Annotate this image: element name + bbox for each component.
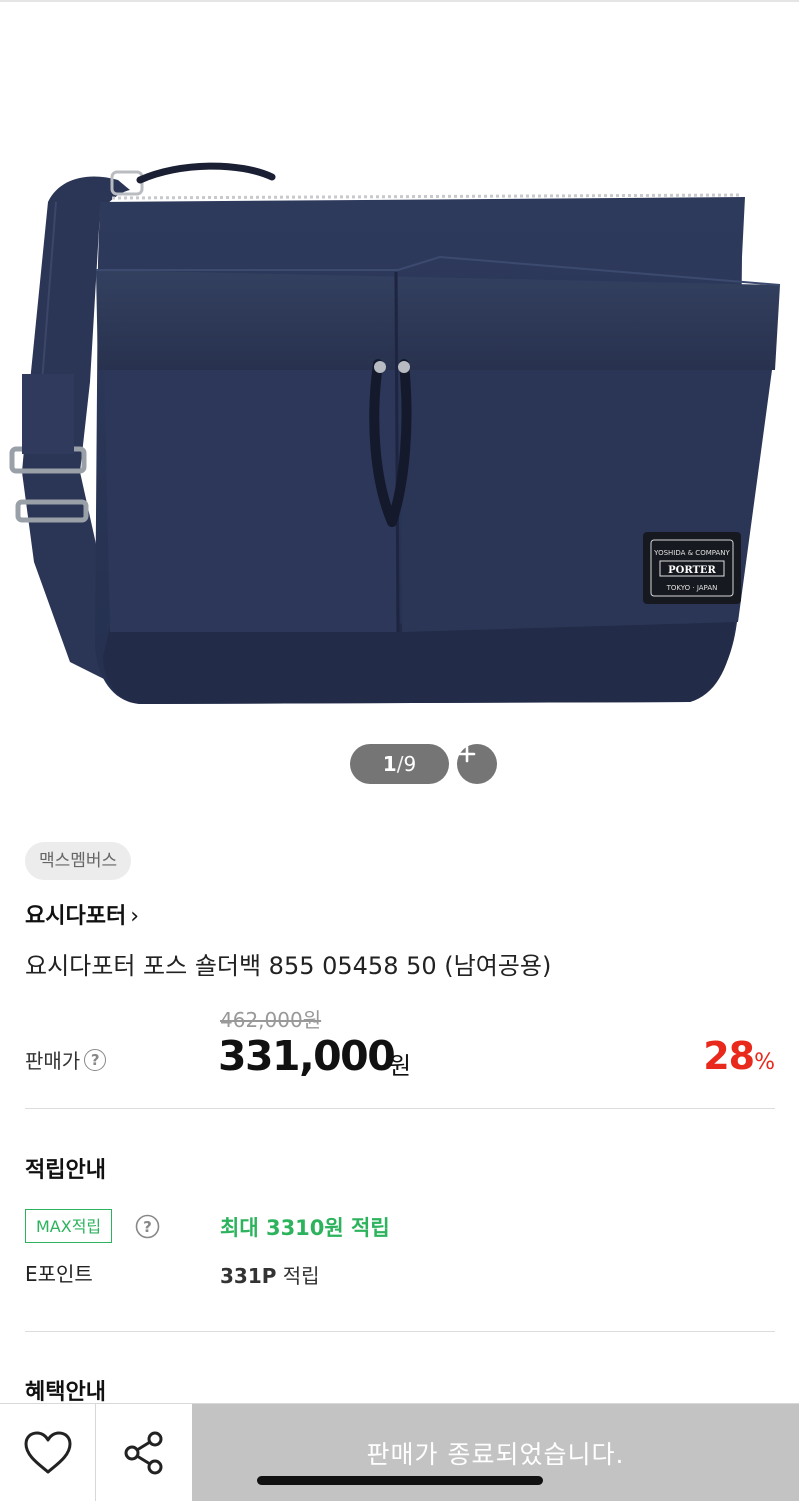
epoint-label: E포인트 <box>25 1262 93 1286</box>
points-section-title: 적립안내 <box>25 1158 106 1183</box>
plus-icon <box>458 745 476 763</box>
share-icon <box>124 1431 163 1474</box>
discount-unit: % <box>754 1050 775 1075</box>
share-button[interactable] <box>96 1404 192 1501</box>
discount-value: 28 <box>703 1034 755 1078</box>
wishlist-button[interactable] <box>0 1404 96 1501</box>
zoom-button[interactable] <box>457 744 497 784</box>
brand-name: 요시다포터 <box>25 904 127 929</box>
label-line2: TOKYO · JAPAN <box>666 584 718 592</box>
seller-badge: 맥스멤버스 <box>25 842 132 880</box>
question-icon[interactable]: ? <box>84 1048 107 1071</box>
question-icon[interactable]: ? <box>135 1214 160 1239</box>
divider <box>25 1108 775 1109</box>
brand-link[interactable]: 요시다포터 › <box>25 898 139 930</box>
home-indicator <box>257 1476 543 1485</box>
epoint-amount: 331P <box>220 1264 277 1288</box>
max-points-value: 최대 3310원 적립 <box>220 1216 390 1240</box>
sold-out-button[interactable]: 판매가 종료되었습니다. <box>192 1404 799 1501</box>
chevron-right-icon: › <box>130 904 140 929</box>
sale-price: 331,000 <box>218 1032 396 1080</box>
bottom-action-bar: 판매가 종료되었습니다. <box>0 1403 799 1501</box>
heart-icon <box>24 1431 71 1473</box>
divider <box>25 1331 775 1332</box>
sale-price-unit: 원 <box>389 1052 412 1080</box>
epoint-value: 331P 적립 <box>220 1260 320 1289</box>
product-title: 요시다포터 포스 숄더백 855 05458 50 (남여공용) <box>25 952 552 980</box>
image-counter: 1/9 <box>350 744 449 784</box>
epoint-suffix: 적립 <box>276 1264 320 1288</box>
current-image-number: 1 <box>382 752 397 776</box>
discount-rate: 28% <box>703 1034 775 1078</box>
label-brand: PORTER <box>668 565 716 576</box>
price-label: 판매가 <box>25 1049 81 1073</box>
original-price: 462,000원 <box>220 1008 322 1032</box>
benefits-section-title: 혜택안내 <box>25 1380 106 1405</box>
counter-separator: / <box>396 752 404 776</box>
label-line1: YOSHIDA & COMPANY <box>653 549 730 557</box>
total-image-count: 9 <box>403 752 417 776</box>
bag-illustration: YOSHIDA & COMPANY PORTER TOKYO · JAPAN <box>9 162 781 704</box>
svg-text:?: ? <box>143 1218 152 1236</box>
price-label-row: 판매가 ? <box>25 1045 107 1074</box>
max-points-badge: MAX적립 <box>25 1209 113 1243</box>
product-image[interactable]: YOSHIDA & COMPANY PORTER TOKYO · JAPAN 1… <box>0 2 799 802</box>
